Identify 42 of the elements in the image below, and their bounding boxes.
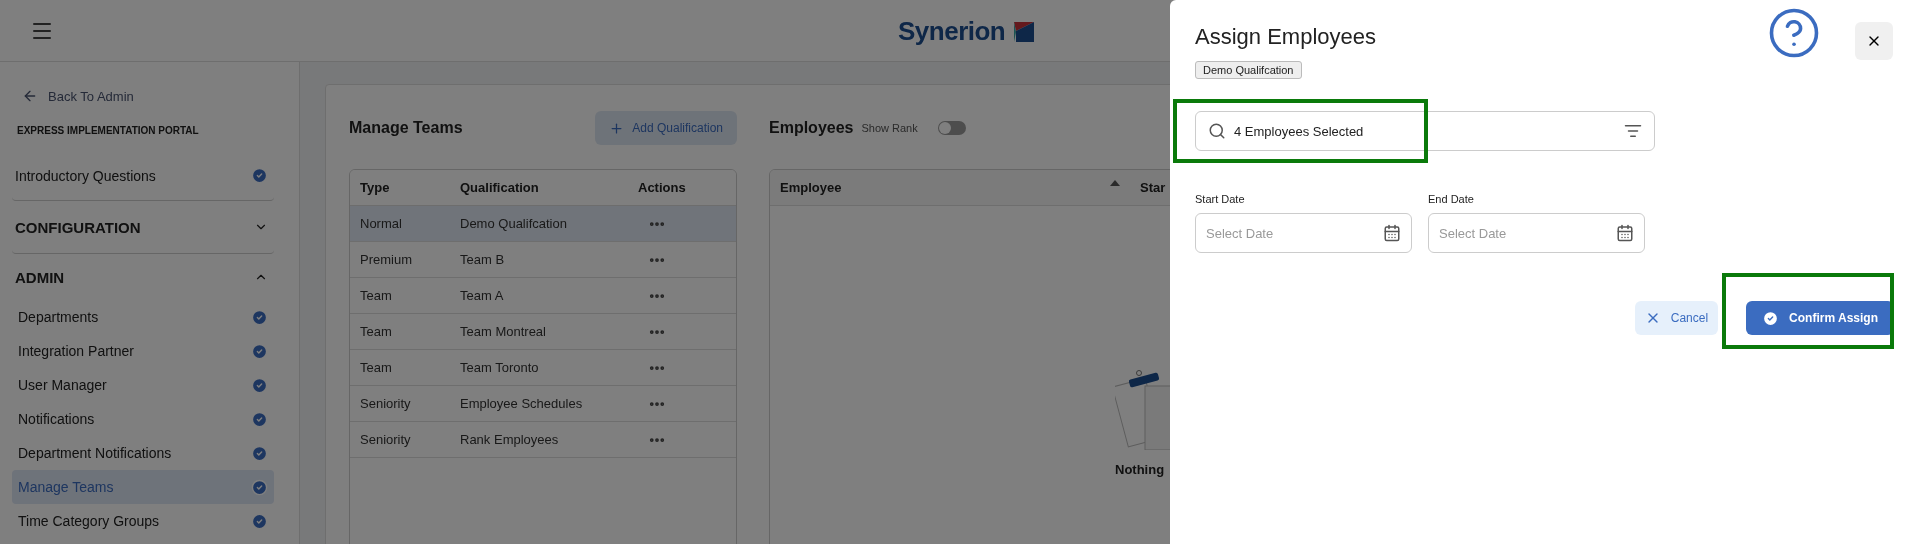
- column-header: Actions: [638, 180, 687, 195]
- portal-title: EXPRESS IMPLEMENTATION PORTAL: [16, 124, 200, 138]
- sidebar-item[interactable]: Notifications: [12, 402, 274, 436]
- calendar-icon[interactable]: [1383, 224, 1401, 242]
- logo-text: Synerion: [898, 16, 1006, 47]
- column-header: Type: [360, 180, 391, 195]
- section-header[interactable]: ADMIN: [12, 254, 274, 300]
- column-header: Employee: [780, 180, 842, 195]
- sidebar-item[interactable]: Manage Teams: [12, 470, 274, 504]
- sidebar-item[interactable]: Department Notifications: [12, 436, 274, 470]
- employee-search-field[interactable]: 4 Employees Selected: [1195, 111, 1655, 151]
- sidebar-item[interactable]: User Manager: [12, 368, 274, 402]
- search-icon: [1208, 122, 1226, 140]
- date-label: Start Date: [1195, 193, 1246, 205]
- sidebar-item[interactable]: Introductory Questions: [12, 151, 274, 201]
- check-icon: [1762, 309, 1780, 327]
- drawer-title: Assign Employees: [1195, 24, 1376, 50]
- column-header: Qualification: [460, 180, 540, 195]
- empty-state-text: Nothing: [1115, 462, 1165, 477]
- filter-icon[interactable]: [1624, 122, 1642, 140]
- sidebar-item[interactable]: Integration Partner: [12, 334, 274, 368]
- sidebar-item[interactable]: Time Category Groups: [12, 504, 274, 538]
- calendar-icon[interactable]: [1616, 224, 1634, 242]
- date-field[interactable]: Select Date: [1428, 213, 1645, 253]
- close-button[interactable]: [1855, 22, 1893, 60]
- section-title: Manage Teams: [349, 119, 463, 137]
- help-button[interactable]: [1767, 6, 1821, 60]
- section-header[interactable]: CONFIGURATION: [12, 201, 274, 254]
- add-qualification-button[interactable]: Add Qualification: [595, 111, 737, 145]
- qualification-chip: Demo Qualifcation: [1195, 61, 1302, 79]
- cancel-button[interactable]: Cancel: [1634, 301, 1719, 335]
- back-link[interactable]: Back To Admin: [12, 82, 299, 110]
- date-label: End Date: [1428, 193, 1475, 205]
- show-rank-label: Show Rank: [861, 122, 918, 134]
- plus-icon: [609, 120, 625, 136]
- show-rank-toggle[interactable]: [937, 121, 966, 135]
- table-row[interactable]: Normal Demo Qualifcation: [350, 206, 736, 242]
- sort-icon: [1110, 180, 1120, 186]
- date-field[interactable]: Select Date: [1195, 213, 1412, 253]
- section-title: Employees: [769, 119, 854, 137]
- column-header: Star: [1140, 180, 1167, 195]
- sidebar-item[interactable]: Departments: [12, 300, 274, 334]
